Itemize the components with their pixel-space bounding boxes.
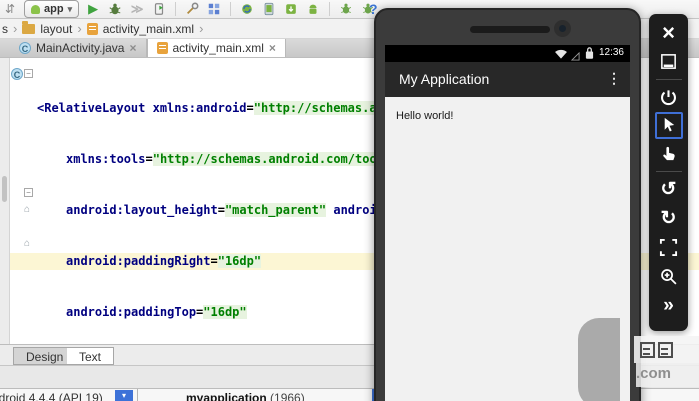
fold-end-icon[interactable]	[24, 205, 30, 215]
close-icon[interactable]	[129, 41, 136, 55]
touch-icon[interactable]	[654, 139, 684, 168]
updown-filter-icon[interactable]	[2, 1, 18, 17]
chevron-right-icon	[13, 21, 17, 36]
watermark-glyph	[640, 342, 655, 358]
zoom-in-icon[interactable]	[654, 262, 684, 291]
minimize-icon[interactable]	[654, 47, 684, 76]
sdk-manager-icon[interactable]	[283, 1, 299, 17]
run-config-label: app	[44, 3, 64, 15]
toolbar-separator	[329, 2, 330, 16]
help-icon[interactable]: ?	[369, 1, 378, 17]
rotate-left-icon[interactable]	[654, 175, 684, 204]
code-line[interactable]: android:layout_height="match_parent" and…	[37, 202, 427, 219]
tab-activity-main-xml[interactable]: activity_main.xml	[147, 39, 286, 57]
phone-speaker	[470, 26, 550, 33]
cell-signal-icon	[571, 50, 580, 59]
battery-lock-icon	[585, 47, 594, 60]
breadcrumb-item-file[interactable]: activity_main.xml	[103, 22, 194, 36]
wifi-icon	[554, 48, 568, 59]
coverage-icon[interactable]	[129, 1, 145, 17]
run-configuration-dropdown[interactable]: app	[24, 0, 79, 18]
power-icon[interactable]	[654, 83, 684, 112]
tab-label: MainActivity.java	[36, 41, 124, 55]
code-line[interactable]: android:paddingRight="16dp"	[37, 253, 427, 270]
chevron-right-icon	[199, 21, 203, 36]
divider	[656, 79, 682, 80]
phone-camera	[554, 20, 571, 37]
hello-world-text: Hello world!	[396, 110, 453, 122]
tab-text[interactable]: Text	[67, 347, 114, 365]
debug-icon[interactable]	[107, 1, 123, 17]
chevron-right-icon	[77, 21, 81, 36]
device-selector[interactable]: Android 4.4.4 (API 19)	[0, 391, 103, 401]
class-icon	[19, 42, 31, 54]
cursor-icon[interactable]	[655, 112, 683, 139]
xml-file-icon	[157, 42, 168, 54]
android-studio-window: app	[0, 0, 699, 401]
more-icon[interactable]	[654, 291, 684, 320]
watermark-logo	[634, 336, 699, 363]
android-status-bar: 12:36	[385, 45, 630, 62]
xml-file-icon	[87, 23, 98, 35]
fold-icon[interactable]	[24, 69, 33, 78]
tool-window-stripe	[0, 58, 10, 344]
toolbar-separator	[175, 2, 176, 16]
code-line[interactable]: <RelativeLayout xmlns:android="http://sc…	[37, 100, 427, 117]
close-icon[interactable]	[654, 18, 684, 47]
watermark-blob	[578, 318, 620, 401]
breadcrumb-fragment[interactable]: s	[2, 22, 8, 36]
clock-text: 12:36	[599, 47, 624, 58]
overflow-menu-icon[interactable]	[607, 70, 621, 87]
rotate-right-icon[interactable]	[654, 204, 684, 233]
close-icon[interactable]	[269, 41, 276, 55]
tab-label: activity_main.xml	[173, 41, 264, 55]
app-title: My Application	[399, 71, 489, 87]
toolbar-separator	[230, 2, 231, 16]
wrench-icon[interactable]	[184, 1, 200, 17]
android-monitor-icon[interactable]	[305, 1, 321, 17]
project-structure-icon[interactable]	[206, 1, 222, 17]
android-icon	[31, 5, 40, 14]
run-icon[interactable]	[85, 1, 101, 17]
process-selector[interactable]: myapplication (1966)	[186, 391, 305, 401]
watermark-text: .com	[636, 363, 699, 387]
tab-mainactivity[interactable]: MainActivity.java	[10, 39, 147, 57]
fold-icon[interactable]	[24, 188, 33, 197]
stripe-handle[interactable]	[2, 176, 7, 202]
device-dropdown-icon[interactable]: ▾	[115, 390, 133, 401]
chevron-down-icon	[68, 3, 73, 15]
watermark-glyph	[658, 342, 673, 358]
gradle-sync-icon[interactable]	[239, 1, 255, 17]
emulator-toolbar	[649, 14, 688, 331]
divider	[137, 389, 138, 401]
code-line[interactable]: android:paddingTop="16dp"	[37, 304, 427, 321]
breadcrumb-item-layout[interactable]: layout	[40, 22, 72, 36]
app-action-bar: My Application	[385, 62, 630, 97]
code-line[interactable]: xmlns:tools="http://schemas.android.com/…	[37, 151, 427, 168]
run-on-device-icon[interactable]	[151, 1, 167, 17]
divider	[656, 171, 682, 172]
fold-end-icon[interactable]	[24, 239, 30, 249]
folder-icon	[22, 24, 35, 34]
plugin-bug-icon[interactable]	[338, 1, 354, 17]
class-gutter-icon[interactable]	[11, 68, 23, 80]
screenshot-icon[interactable]	[654, 233, 684, 262]
avd-manager-icon[interactable]	[261, 1, 277, 17]
